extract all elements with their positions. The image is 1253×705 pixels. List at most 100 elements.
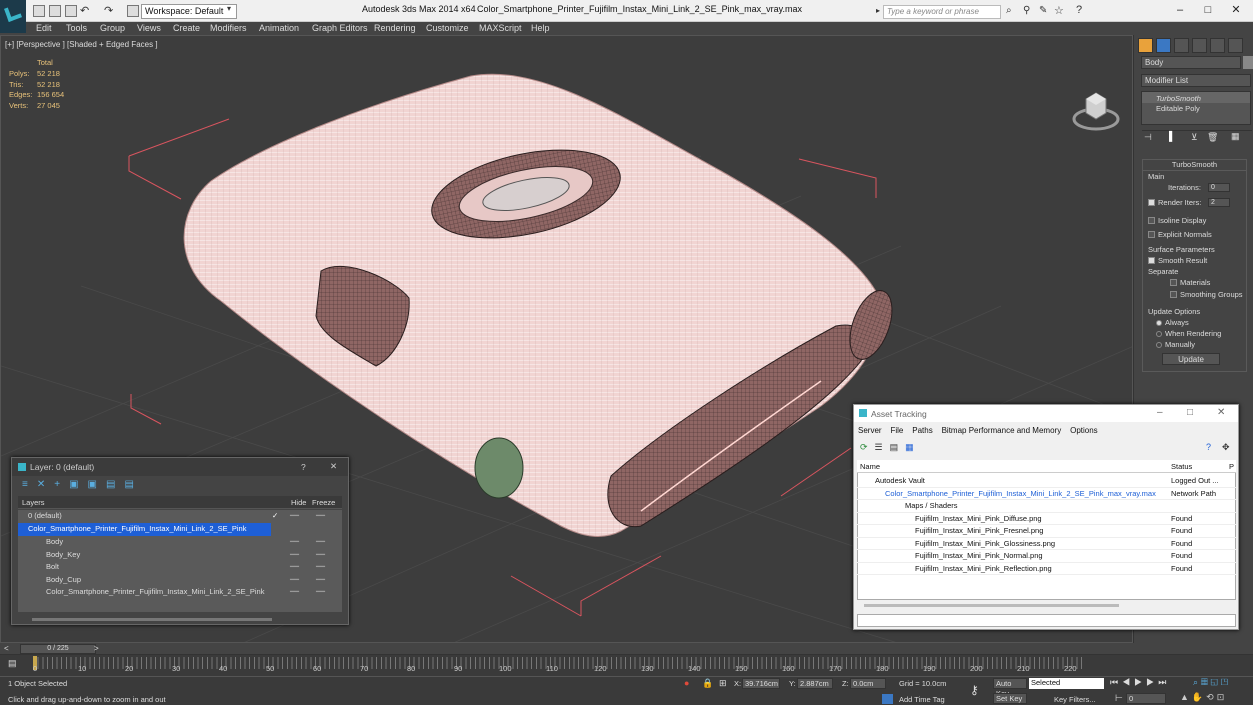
delete-layer-icon[interactable]: ✕ [37,479,54,490]
rollout-title[interactable]: TurboSmooth [1143,160,1246,171]
create-layer-icon[interactable]: ≡ [22,479,37,490]
object-name-field[interactable]: Body [1141,56,1241,69]
close-icon[interactable]: ✕ [330,461,337,472]
asset-row[interactable]: Autodesk Vault Logged Out ... [857,475,1236,488]
modifier-list-dropdown[interactable]: Modifier List [1141,74,1251,87]
layer-row[interactable]: Body_Cup ━━ ━━ [18,574,334,587]
menu-modifiers[interactable]: Modifiers [210,22,247,34]
open-file-icon[interactable] [49,5,61,17]
z-coordinate-field[interactable]: 0.0cm [850,678,886,689]
remove-modifier-icon[interactable]: 🗑 [1207,132,1218,143]
stack-item-turbosmooth[interactable]: TurboSmooth [1142,92,1250,103]
asset-menu-paths[interactable]: Paths [912,426,932,435]
minimize-icon[interactable]: – [1172,3,1188,19]
refresh-icon[interactable]: ⟳ [860,442,875,452]
close-icon[interactable]: ✕ [1217,407,1225,418]
zoom-extents-icon[interactable]: ◱ [1211,677,1221,687]
p-column[interactable]: P [1229,462,1234,471]
asset-row[interactable]: Fujifilm_Instax_Mini_Pink_Diffuse.png Fou… [857,513,1236,525]
frame-counter[interactable]: 0 / 225 [20,644,96,654]
object-color-swatch[interactable] [1243,56,1253,69]
menu-maxscript[interactable]: MAXScript [479,22,522,34]
next-frame-icon[interactable]: > [94,644,99,653]
pin-stack-icon[interactable]: ⊣ [1144,132,1152,143]
play-icon[interactable]: ▶ [1134,677,1146,687]
pan-icon[interactable]: ✋ [1192,692,1206,702]
key-mode-dropdown[interactable]: Selected [1029,678,1104,689]
stack-item-editable-poly[interactable]: Editable Poly [1142,103,1250,114]
asset-row[interactable]: Maps / Shaders [857,500,1236,513]
render-iters-spinner[interactable]: 2 [1208,198,1230,207]
when-rendering-option[interactable]: When Rendering [1156,329,1221,338]
zoom-icon[interactable]: ⌕ [1193,677,1201,687]
hierarchy-tab-icon[interactable] [1174,38,1189,53]
detail-view-icon[interactable]: ▤ [890,442,906,452]
zoom-extents-all-icon[interactable]: ◳ [1221,677,1231,687]
layer-scrollbar[interactable] [32,618,272,621]
menu-views[interactable]: Views [137,22,161,34]
prev-frame-icon[interactable]: < [4,644,9,653]
close-icon[interactable]: ✕ [1228,3,1244,19]
list-view-icon[interactable]: ☰ [875,442,890,452]
menu-group[interactable]: Group [100,22,125,34]
isoline-checkbox[interactable] [1148,217,1155,224]
absolute-mode-icon[interactable]: ⊞ [719,678,727,689]
menu-tools[interactable]: Tools [66,22,87,34]
binoculars-icon[interactable]: ⌕ [1006,5,1012,16]
layers-column[interactable]: Layers [22,498,45,507]
layer-row[interactable]: Color_Smartphone_Printer_Fujifilm_Instax… [18,586,334,599]
configure-sets-icon[interactable]: ▦ [1231,131,1240,142]
asset-row[interactable]: Fujifilm_Instax_Mini_Pink_Normal.png Foun… [857,550,1236,563]
x-coordinate-field[interactable]: 39.716cm [742,678,780,689]
minimize-icon[interactable]: – [1157,407,1163,418]
isoline-toggle[interactable]: Isoline Display [1148,216,1206,225]
next-key-icon[interactable]: ▶ [1146,677,1158,687]
save-icon[interactable] [65,5,77,17]
smooth-result-checkbox[interactable] [1148,257,1155,264]
iterations-spinner[interactable]: 0 [1208,183,1230,192]
asset-menu-file[interactable]: File [890,426,903,435]
render-iters-checkbox[interactable] [1148,199,1155,206]
render-iters-toggle[interactable]: Render Iters: [1148,198,1201,207]
update-button[interactable]: Update [1162,353,1220,365]
smoothing-groups-toggle[interactable]: Smoothing Groups [1170,290,1243,299]
when-rendering-radio[interactable] [1156,331,1162,337]
layer-row[interactable]: Body_Key ━━ ━━ [18,549,334,562]
asset-path-field[interactable] [857,614,1236,627]
y-coordinate-field[interactable]: 2.887cm [797,678,833,689]
isolate-icon[interactable]: ● [684,678,689,688]
layer-row[interactable]: Body ━━ ━━ [18,536,334,549]
auto-key-button[interactable]: Auto Key [993,678,1027,698]
key-mode-icon[interactable]: ⊢ [1115,693,1123,704]
maximize-icon[interactable]: □ [1200,3,1216,19]
time-slider[interactable]: < 0 / 225 > [0,643,1253,655]
utilities-tab-icon[interactable] [1228,38,1243,53]
layer-row[interactable]: Bolt ━━ ━━ [18,561,334,574]
menu-customize[interactable]: Customize [426,22,469,34]
menu-rendering[interactable]: Rendering [374,22,416,34]
smoothing-groups-checkbox[interactable] [1170,291,1177,298]
add-time-tag[interactable]: Add Time Tag [899,695,945,704]
explicit-normals-checkbox[interactable] [1148,231,1155,238]
pin-icon[interactable]: ✥ [1222,442,1230,453]
materials-checkbox[interactable] [1170,279,1177,286]
create-tab-icon[interactable] [1138,38,1153,53]
status-column[interactable]: Status [1171,462,1192,471]
zoom-all-icon[interactable]: ▦ [1201,677,1211,687]
manually-radio[interactable] [1156,342,1162,348]
modify-tab-icon[interactable] [1156,38,1171,53]
subscription-icon[interactable]: ⚲ [1023,5,1030,16]
make-unique-icon[interactable]: ⊻ [1191,132,1198,143]
menu-animation[interactable]: Animation [259,22,299,34]
time-tag-icon[interactable] [882,694,893,704]
asset-row[interactable]: Fujifilm_Instax_Mini_Pink_Reflection.png… [857,563,1236,575]
table-view-icon[interactable]: ▦ [905,442,921,452]
help-icon[interactable]: ? [1076,4,1082,16]
key-icon[interactable]: ⚷ [970,683,979,697]
asset-scrollbar[interactable] [864,604,1119,607]
hide-all-icon[interactable]: ▤ [106,479,124,490]
always-option[interactable]: Always [1156,318,1189,327]
manually-option[interactable]: Manually [1156,340,1195,349]
hide-column[interactable]: Hide [291,498,306,507]
menu-create[interactable]: Create [173,22,200,34]
